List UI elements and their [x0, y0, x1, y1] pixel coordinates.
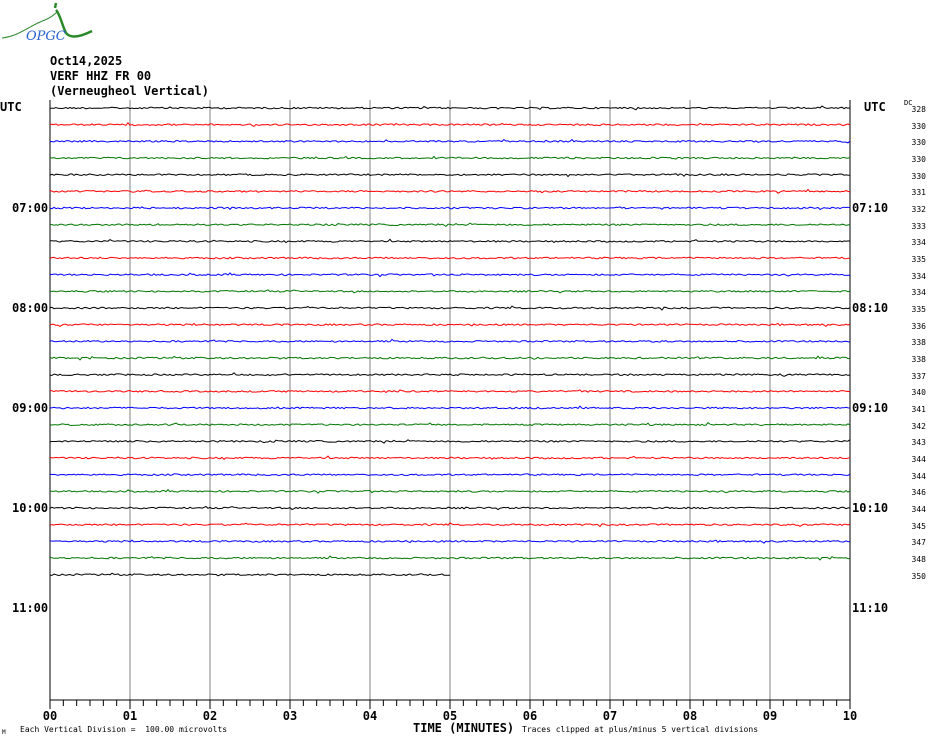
logo-text: OPGC	[26, 29, 66, 44]
dc-offset-label: 334	[911, 238, 926, 248]
x-tick-label: 03	[282, 709, 298, 723]
x-tick-label: 06	[522, 709, 538, 723]
dc-offset-label: 330	[911, 171, 926, 181]
dc-offset-label: 328	[911, 105, 926, 114]
trace-line-28	[49, 572, 450, 577]
x-tick-label: 09	[762, 709, 778, 723]
dc-offset-label: 347	[911, 538, 926, 548]
left-hour-label: 11:00	[12, 601, 49, 615]
dc-offset-label: 342	[911, 421, 926, 431]
station-name: (Verneugheol Vertical)	[50, 84, 209, 98]
dc-offset-label: 333	[911, 221, 926, 231]
x-tick-label: 01	[122, 709, 138, 723]
right-hour-label: 10:10	[852, 501, 889, 515]
left-hour-label: 09:00	[12, 401, 49, 415]
dc-offset-label: 330	[911, 138, 926, 148]
dc-offset-label: 344	[911, 505, 926, 514]
right-hour-label: 08:10	[852, 301, 889, 315]
dc-offset-label: 335	[911, 305, 926, 314]
x-tick-label: 10	[842, 709, 858, 723]
station-label: VERF HHZ FR 00	[50, 69, 152, 83]
dc-offset-label: 340	[911, 388, 926, 398]
dc-offset-label: 332	[911, 205, 926, 214]
dc-offset-label: 344	[911, 471, 926, 481]
dc-offset-label: 331	[911, 188, 926, 198]
clip-note: Traces clipped at plus/minus 5 vertical …	[522, 725, 759, 734]
dc-offset-label: 334	[911, 271, 926, 281]
right-hour-label: 07:10	[852, 201, 889, 215]
utc-left-label: UTC	[0, 100, 22, 114]
right-hour-label: 11:10	[852, 601, 889, 615]
left-hour-label: 10:00	[12, 501, 49, 515]
x-tick-label: 00	[42, 709, 58, 723]
dc-offset-label: 330	[911, 155, 926, 164]
left-hour-label: 08:00	[12, 301, 49, 315]
corner-mark: M	[2, 729, 6, 736]
scale-note: Each Vertical Division = 100.00 microvol…	[20, 725, 228, 734]
dc-offset-label: 350	[911, 571, 926, 581]
dc-offset-label: 335	[911, 255, 926, 264]
x-tick-label: 04	[362, 709, 378, 723]
date-label: Oct14,2025	[50, 54, 123, 68]
dc-offset-label: 341	[911, 405, 926, 414]
x-tick-label: 08	[682, 709, 698, 723]
x-axis-title: TIME (MINUTES)	[413, 721, 515, 735]
dc-offset-label: 344	[911, 455, 926, 464]
dc-offset-label: 334	[911, 288, 926, 298]
opgc-logo: OPGC	[1, 2, 93, 44]
left-hour-label: 07:00	[12, 201, 49, 215]
utc-right-label: UTC	[864, 100, 886, 114]
dc-offset-label: 348	[911, 555, 926, 564]
dc-offset-label: 346	[911, 488, 926, 498]
right-hour-label: 09:10	[852, 401, 889, 415]
x-tick-label: 02	[202, 709, 218, 723]
dc-offset-label: 345	[911, 521, 926, 531]
dc-offset-label: 343	[911, 438, 926, 448]
x-tick-label: 07	[602, 709, 618, 723]
dc-offset-label: 336	[911, 321, 926, 331]
dc-offset-label: 338	[911, 355, 926, 364]
dc-offset-label: 330	[911, 121, 926, 131]
dc-offset-label: 337	[911, 371, 926, 381]
helicorder-plot: OPGC	[1, 2, 851, 709]
dc-offset-label: 338	[911, 338, 926, 348]
